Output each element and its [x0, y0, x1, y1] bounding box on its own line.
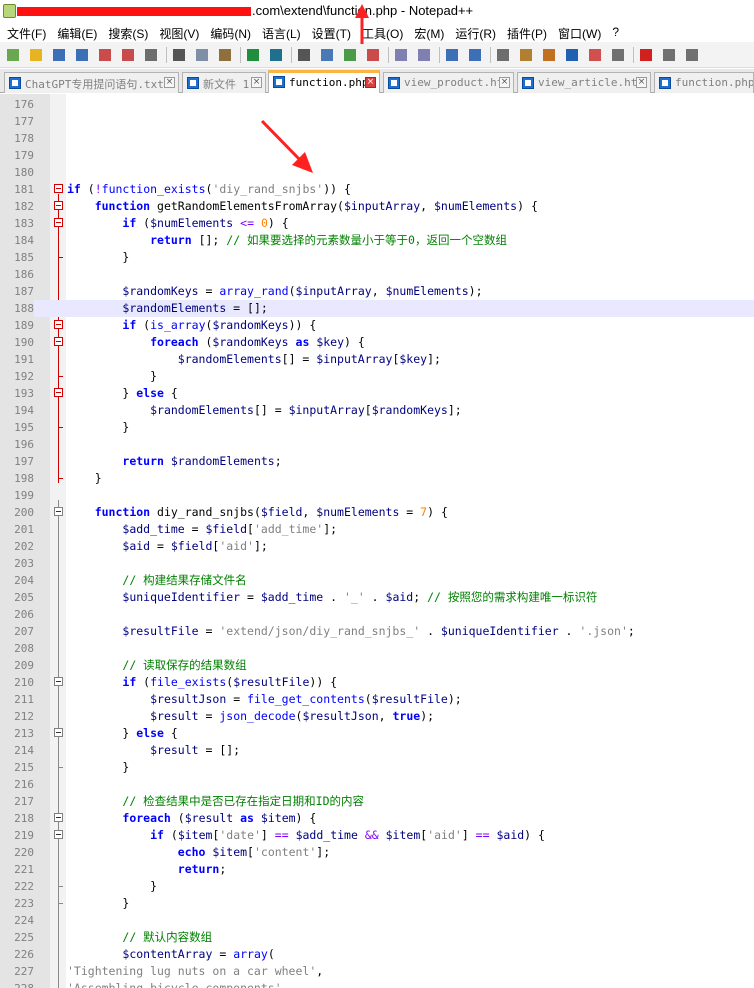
arrow-annotation-icon [260, 119, 313, 173]
arrow-up-annotation-icon [355, 4, 369, 44]
annotation-arrows [260, 4, 369, 173]
